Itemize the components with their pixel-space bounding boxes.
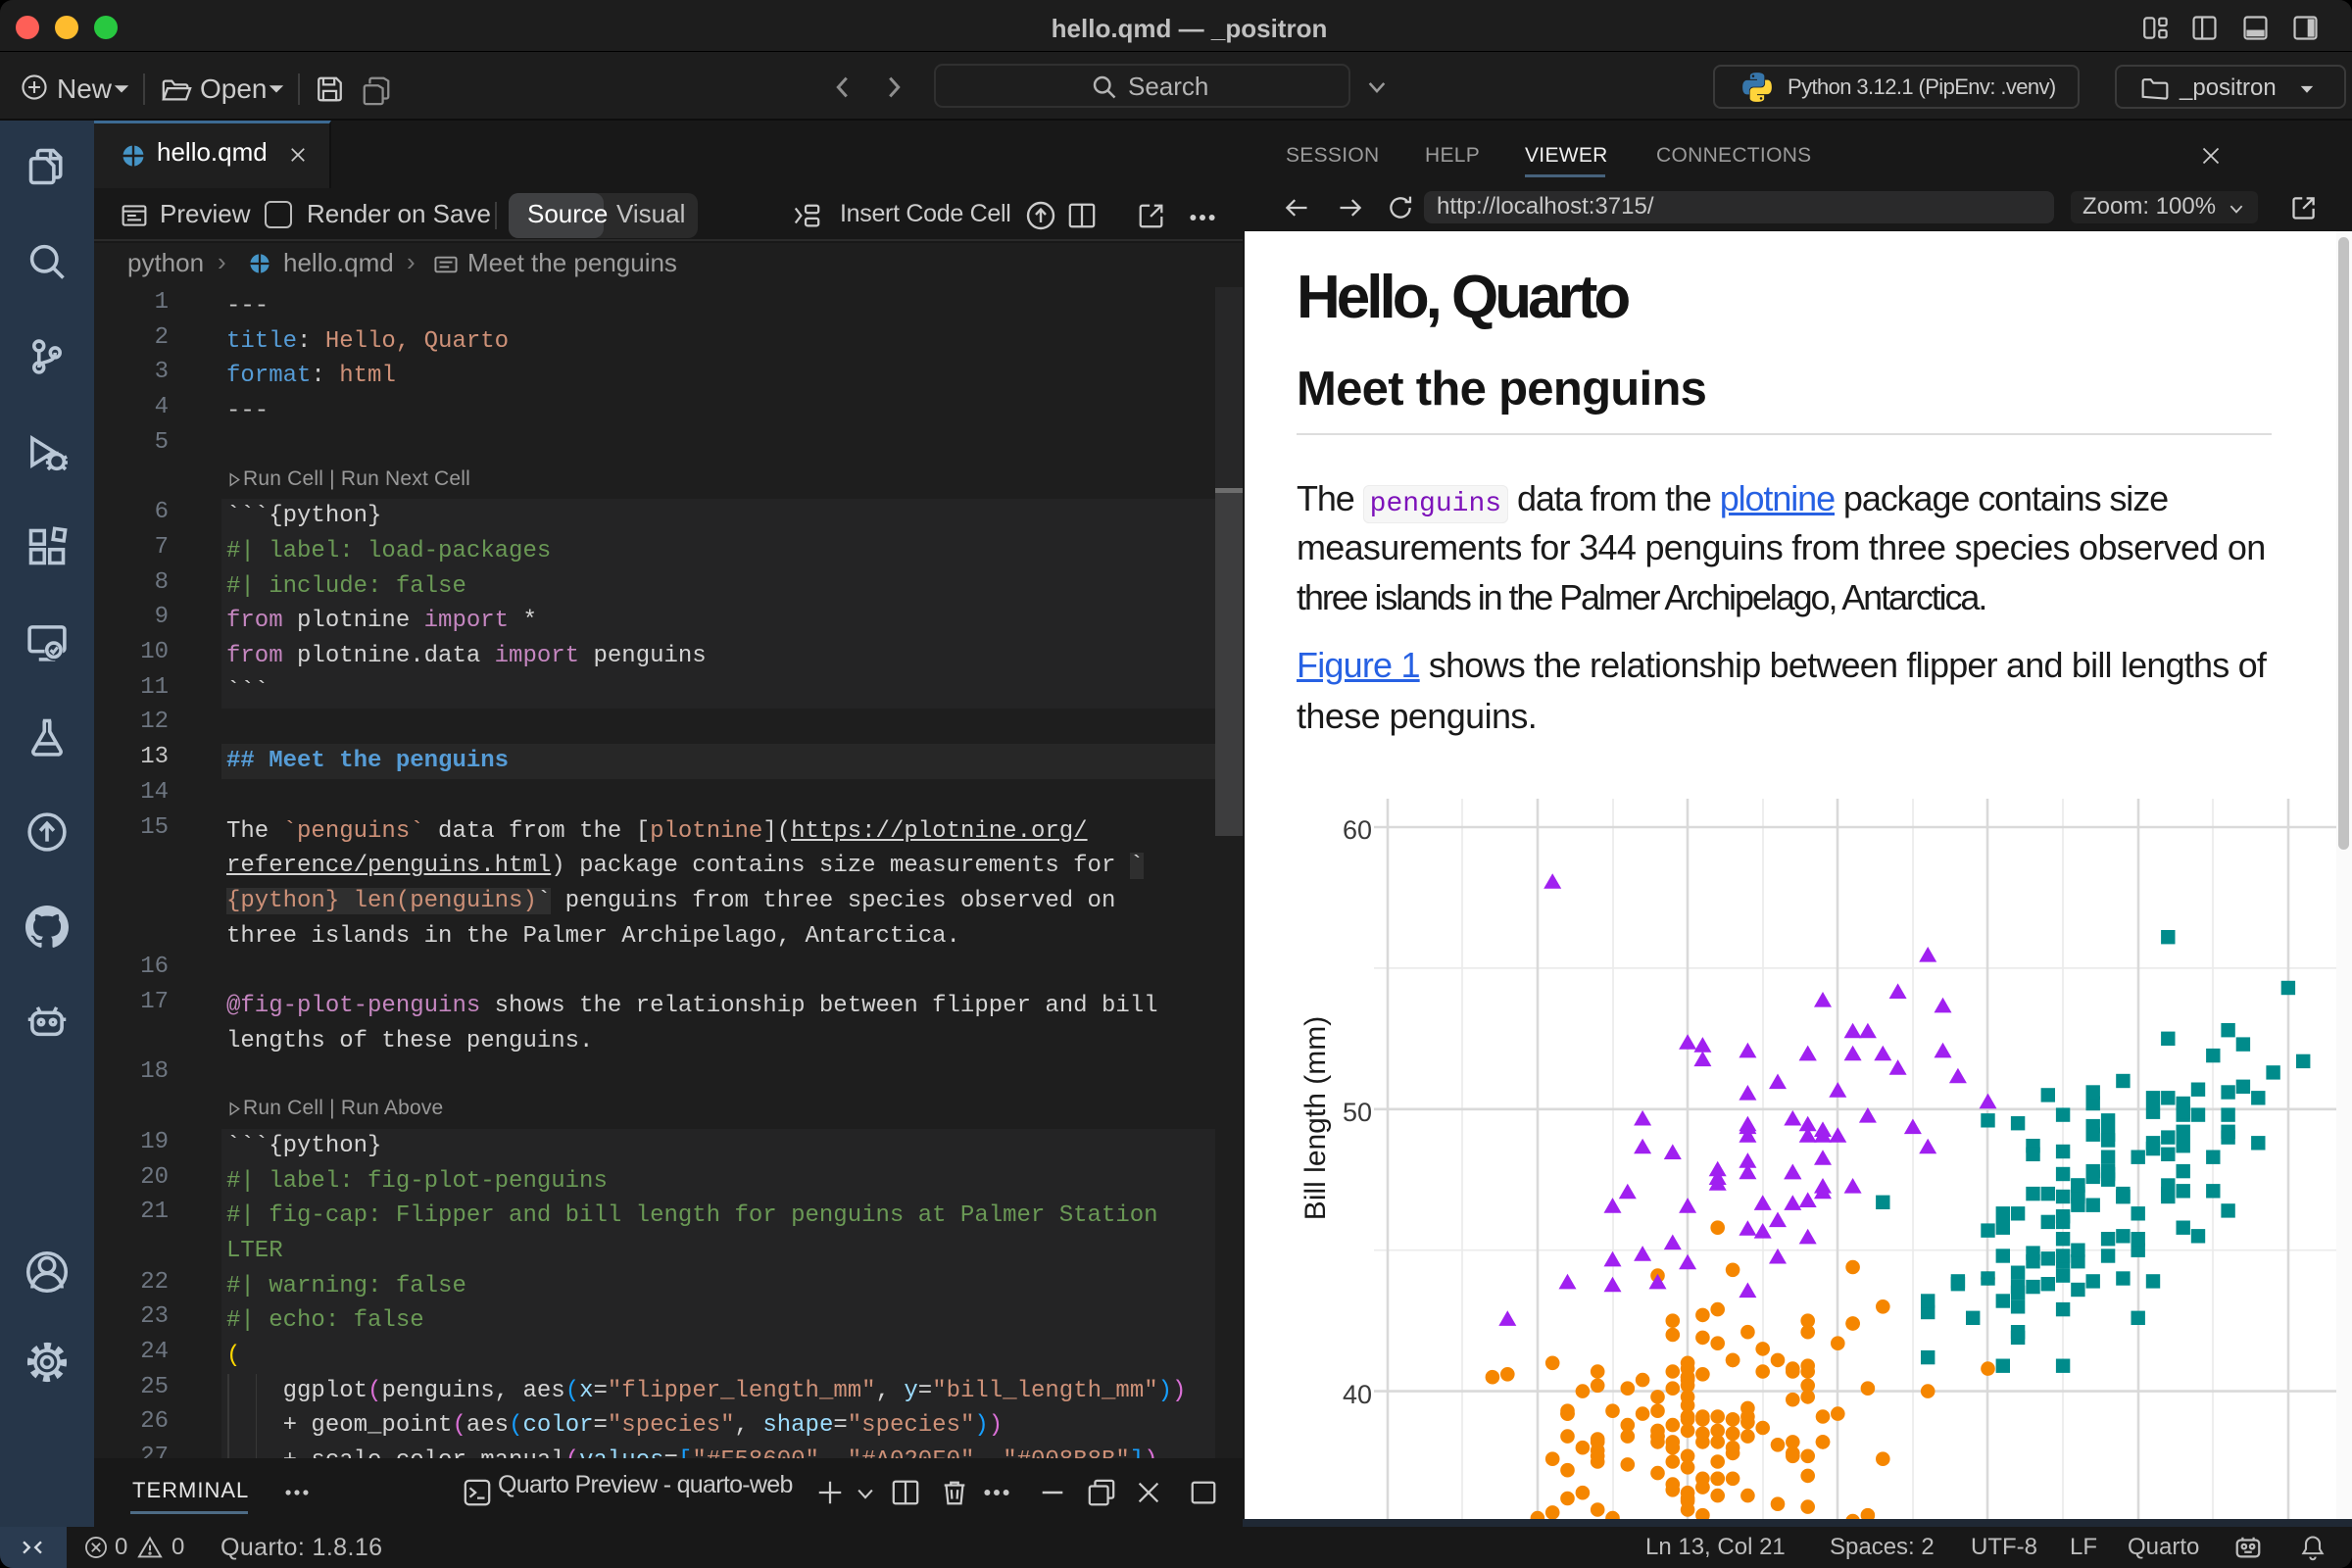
svg-text:40: 40 — [1343, 1380, 1372, 1409]
svg-text:50: 50 — [1343, 1098, 1372, 1127]
svg-text:Bill length (mm): Bill length (mm) — [1299, 1016, 1332, 1220]
svg-text:60: 60 — [1343, 815, 1372, 845]
